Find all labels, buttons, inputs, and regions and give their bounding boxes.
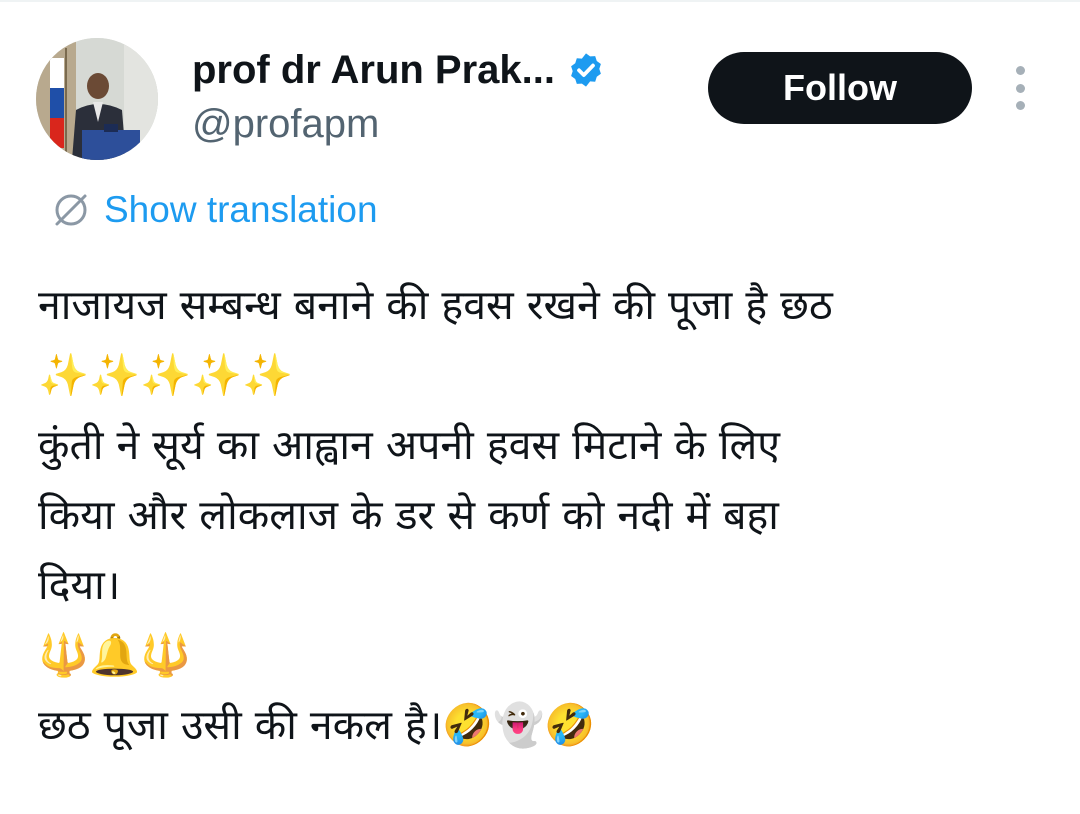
tweet-line: किया और लोकलाज के डर से कर्ण को नदी में … xyxy=(38,491,779,539)
author-display-name[interactable]: prof dr Arun Prak... xyxy=(192,44,555,96)
tweet-line-sparkles: ✨✨✨✨✨ xyxy=(38,351,294,399)
tweet-line-emoji: 🔱🔔🔱 xyxy=(38,631,192,679)
more-dot xyxy=(1015,101,1025,110)
top-divider xyxy=(0,0,1080,2)
show-translation-button[interactable]: Show translation xyxy=(48,184,378,236)
verified-badge-icon xyxy=(567,51,605,89)
more-vertical-icon[interactable] xyxy=(1004,66,1036,110)
tweet-text: नाजायज सम्बन्ध बनाने की हवस रखने की पूजा… xyxy=(38,270,1068,760)
translate-globe-icon xyxy=(55,194,87,226)
tweet-line: नाजायज सम्बन्ध बनाने की हवस रखने की पूजा… xyxy=(38,281,833,329)
show-translation-label: Show translation xyxy=(104,189,378,230)
follow-button[interactable]: Follow xyxy=(708,52,972,124)
author-handle[interactable]: @profapm xyxy=(192,98,379,150)
more-dot xyxy=(1015,66,1025,75)
author-name-row: prof dr Arun Prak... xyxy=(192,44,605,96)
tweet-line: कुंती ने सूर्य का आह्वान अपनी हवस मिटाने… xyxy=(38,421,780,469)
tweet-line: दिया। xyxy=(38,561,121,609)
more-dot xyxy=(1015,83,1025,93)
tweet-line: छठ पूजा उसी की नकल है।🤣👻🤣 xyxy=(38,701,596,749)
avatar[interactable] xyxy=(36,38,158,160)
